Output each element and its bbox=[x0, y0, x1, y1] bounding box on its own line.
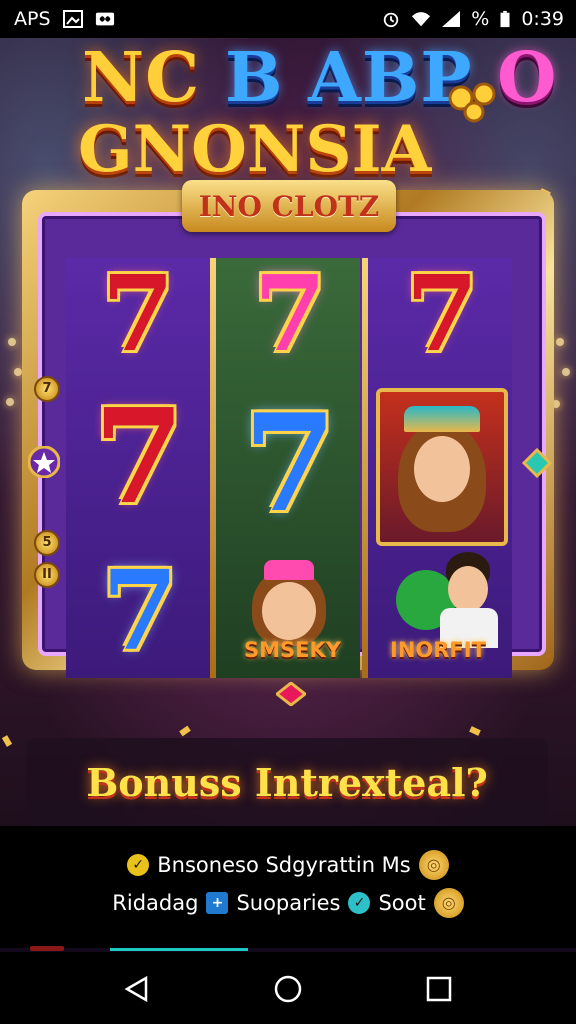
symbol-seven-red: 7 bbox=[405, 252, 479, 375]
title-part-3: O bbox=[497, 38, 558, 118]
diamond-gem-icon bbox=[522, 448, 552, 478]
confetti bbox=[469, 726, 481, 736]
title-part-1: NC bbox=[82, 38, 201, 118]
stage-light bbox=[14, 368, 22, 376]
info-row-1: ✓ Bnsoneso Sdgyrattin Ms ◎ bbox=[0, 850, 576, 880]
progress-start-marker bbox=[30, 946, 64, 951]
info-row2-text-2: Suoparies bbox=[236, 891, 341, 915]
portrait-face bbox=[448, 566, 488, 612]
payline-marker[interactable]: 5 bbox=[34, 530, 60, 556]
plus-icon[interactable]: + bbox=[206, 892, 229, 914]
progress-bar bbox=[110, 948, 248, 951]
info-row-2: Ridadag + Suoparies ✓ Soot ◎ bbox=[0, 888, 576, 918]
symbol-seven-red: 7 bbox=[101, 252, 175, 375]
tick-icon: ✓ bbox=[348, 892, 371, 914]
confetti bbox=[1, 735, 13, 747]
battery-icon bbox=[500, 10, 510, 28]
symbol-label-inorfit: INORFIT bbox=[390, 638, 486, 662]
info-row2-text-3: Soot bbox=[378, 891, 426, 915]
star-gem-icon bbox=[28, 446, 60, 478]
status-left: APS bbox=[14, 8, 115, 30]
status-app-text: APS bbox=[14, 8, 51, 30]
bonus-text: Bonuss Intrexteal? bbox=[86, 759, 488, 805]
game-title-line2: GNONSIA bbox=[78, 112, 432, 187]
portrait-face bbox=[414, 436, 470, 502]
machine-banner-text: INO CLOTZ bbox=[198, 189, 380, 223]
coin-cluster-icon bbox=[448, 82, 496, 123]
info-panel: ✓ Bnsoneso Sdgyrattin Ms ◎ Ridadag + Suo… bbox=[0, 826, 576, 948]
status-time: 0:39 bbox=[521, 8, 564, 30]
symbol-label-smseky: SMSEKY bbox=[244, 638, 341, 662]
coin-icon: ◎ bbox=[418, 850, 449, 880]
reel-divider bbox=[362, 258, 368, 678]
symbol-seven-blue: 7 bbox=[243, 384, 337, 542]
crown-icon bbox=[264, 560, 314, 580]
ruby-gem-icon bbox=[276, 682, 306, 706]
battery-percent: % bbox=[471, 8, 490, 30]
character-portrait-queen bbox=[376, 388, 508, 546]
info-row1-text: Bnsoneso Sdgyrattin Ms bbox=[157, 853, 411, 877]
infinity-icon bbox=[95, 12, 114, 26]
navigation-bar bbox=[0, 952, 576, 1024]
home-icon[interactable] bbox=[273, 974, 303, 1004]
signal-icon bbox=[442, 11, 461, 27]
alarm-icon bbox=[384, 12, 399, 28]
status-right: % 0:39 bbox=[381, 8, 564, 30]
symbol-seven-red: 7 bbox=[93, 380, 185, 533]
stage-light bbox=[556, 338, 564, 346]
symbol-seven-pink: 7 bbox=[253, 252, 327, 375]
bonus-banner[interactable]: Bonuss Intrexteal? bbox=[26, 738, 548, 826]
info-row2-text-1: Ridadag bbox=[112, 891, 199, 915]
machine-banner: INO CLOTZ bbox=[182, 180, 396, 232]
payline-marker[interactable]: 7 bbox=[34, 376, 60, 402]
back-icon[interactable] bbox=[122, 974, 152, 1004]
title-part-2: B ABP bbox=[224, 38, 473, 118]
portrait-face bbox=[262, 582, 316, 640]
payline-marker[interactable]: II bbox=[34, 562, 60, 588]
confetti bbox=[179, 725, 191, 737]
stage-light bbox=[6, 398, 14, 406]
symbol-seven-blue: 7 bbox=[101, 546, 179, 675]
image-icon bbox=[62, 10, 83, 28]
reel-divider bbox=[210, 258, 216, 678]
status-bar: APS % 0:39 bbox=[0, 0, 576, 38]
coin-icon: ◎ bbox=[433, 888, 464, 918]
character-portrait-man bbox=[396, 552, 500, 650]
stage-light bbox=[562, 368, 570, 376]
tiara-icon bbox=[404, 406, 480, 432]
recents-icon[interactable] bbox=[424, 974, 454, 1004]
wifi-icon bbox=[412, 12, 431, 27]
check-icon: ✓ bbox=[127, 854, 150, 876]
stage-light bbox=[8, 338, 16, 346]
